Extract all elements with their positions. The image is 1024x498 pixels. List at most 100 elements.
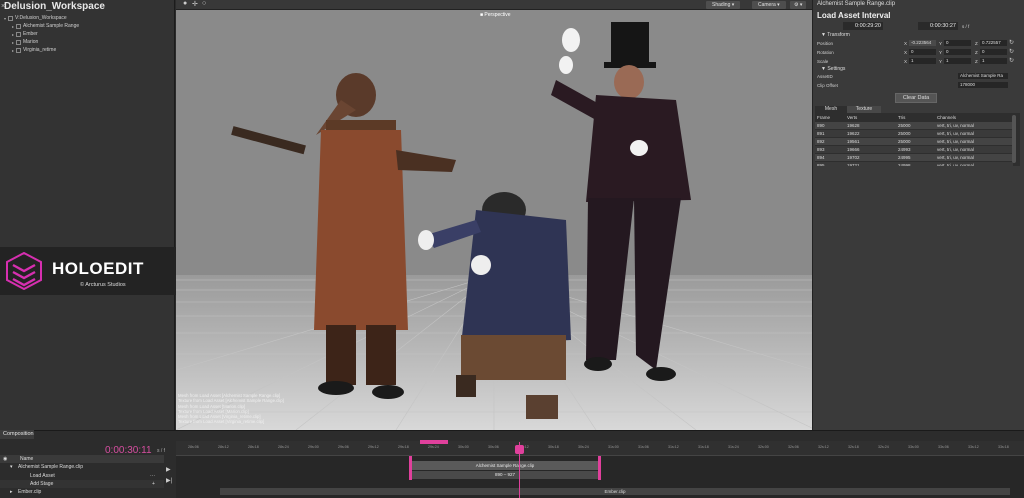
- rotation-x-field[interactable]: 0: [909, 49, 936, 55]
- table-row[interactable]: 893 19666 24993 vert, tri, uv, normal: [815, 146, 1013, 153]
- rotate-tool-icon[interactable]: ○: [202, 0, 206, 7]
- axis-x-label: X: [904, 41, 908, 46]
- scale-label: Scale: [817, 59, 829, 64]
- settings-foldout[interactable]: ▼ Settings: [821, 66, 845, 72]
- play-icon[interactable]: ▶: [166, 466, 171, 473]
- select-tool-icon[interactable]: ●: [183, 0, 187, 7]
- tree-item[interactable]: ▸ Marion: [10, 38, 38, 46]
- tick-label: 31s:06: [638, 445, 649, 449]
- timeline-row-load-asset[interactable]: Load Asset ···: [0, 472, 164, 480]
- timeline-ruler[interactable]: [176, 441, 1024, 456]
- column-header[interactable]: Tris: [898, 114, 905, 121]
- tick-label: 30s:18: [548, 445, 559, 449]
- move-tool-icon[interactable]: ✛: [192, 0, 198, 8]
- playhead-handle[interactable]: [515, 445, 524, 454]
- rotation-label: Rotation: [817, 50, 834, 55]
- 3d-viewport[interactable]: [176, 10, 812, 430]
- column-header[interactable]: Frame: [817, 114, 830, 121]
- clip-range-bar[interactable]: 890 – 927: [410, 471, 600, 479]
- logo-subtitle: © Arcturus Studios: [80, 282, 126, 288]
- rotation-z-field[interactable]: 0: [980, 49, 1007, 55]
- tick-label: 29s:12: [368, 445, 379, 449]
- tick-label: 29s:18: [398, 445, 409, 449]
- visibility-icon[interactable]: ◉: [3, 455, 7, 463]
- time-units-label: s / f: [962, 24, 970, 29]
- position-z-field[interactable]: 0.722557: [980, 40, 1007, 46]
- camera-dropdown[interactable]: Camera ▾: [752, 1, 786, 9]
- table-row[interactable]: 894 19702 24995 vert, tri, uv, normal: [815, 154, 1013, 161]
- tick-label: 29s:06: [338, 445, 349, 449]
- visibility-checkbox[interactable]: [8, 15, 13, 21]
- visibility-checkbox[interactable]: [16, 23, 21, 29]
- visibility-checkbox[interactable]: [16, 31, 21, 37]
- tree-item[interactable]: ▸ Alchemist Sample Range: [10, 22, 79, 30]
- tree-item-label: Alchemist Sample Range: [23, 23, 80, 29]
- settings-gear-icon[interactable]: ⚙ ▾: [790, 1, 807, 9]
- asset-id-field[interactable]: Alchemist Sample Ra: [958, 73, 1008, 79]
- position-y-field[interactable]: 0: [944, 40, 971, 46]
- visibility-checkbox[interactable]: [16, 39, 21, 45]
- column-header[interactable]: Channels: [937, 114, 956, 121]
- range-marker[interactable]: [420, 440, 448, 444]
- shading-dropdown[interactable]: Shading ▾: [706, 1, 741, 9]
- tab-composition[interactable]: Composition: [0, 430, 34, 439]
- expand-arrow-icon[interactable]: ▸: [10, 488, 13, 496]
- tree-item-label: Virginia_retime: [23, 47, 57, 53]
- table-row[interactable]: 895 19721 24998 vert, tri, uv, normal: [815, 162, 1013, 166]
- step-forward-icon[interactable]: ▶|: [166, 477, 172, 484]
- tick-label: 29s:00: [308, 445, 319, 449]
- tree-item[interactable]: ▸ Ember: [10, 30, 38, 38]
- expand-arrow-icon[interactable]: ▾: [10, 463, 13, 471]
- table-row[interactable]: 890 19628 25000 vert, tri, uv, normal: [815, 122, 1013, 129]
- tree-item[interactable]: ▸ Virginia_retime: [10, 46, 56, 54]
- visibility-checkbox[interactable]: [16, 47, 21, 53]
- table-scrollbar[interactable]: [1012, 115, 1016, 163]
- tick-label: 32s:12: [818, 445, 829, 449]
- end-time-field[interactable]: 0:00:30:27: [918, 22, 958, 30]
- timeline-row-label: Alchemist Sample Range.clip: [18, 464, 84, 470]
- reset-position-icon[interactable]: ↻: [1009, 39, 1014, 46]
- table-cell: 19622: [847, 131, 860, 136]
- table-row[interactable]: 892 19561 25000 vert, tri, uv, normal: [815, 138, 1013, 145]
- scale-y-field[interactable]: 1: [944, 58, 971, 64]
- rotation-y-field[interactable]: 0: [944, 49, 971, 55]
- clear-data-button[interactable]: Clear Data: [895, 93, 937, 103]
- reset-scale-icon[interactable]: ↻: [1009, 57, 1014, 64]
- transform-foldout[interactable]: ▼ Transform: [821, 32, 850, 38]
- table-cell: vert, tri, uv, normal: [937, 139, 974, 144]
- ember-clip-bar[interactable]: Ember.clip: [220, 488, 1010, 495]
- tab-mesh[interactable]: Mesh: [815, 106, 847, 113]
- range-start-handle[interactable]: [409, 456, 412, 480]
- position-x-field[interactable]: -0.223564: [909, 40, 936, 46]
- tick-label: 32s:18: [848, 445, 859, 449]
- clip-offset-field[interactable]: 178000: [958, 82, 1008, 88]
- tick-label: 30s:00: [458, 445, 469, 449]
- axis-z-label: Z: [975, 50, 978, 55]
- table-cell: 19628: [847, 123, 860, 128]
- column-header[interactable]: Verts: [847, 114, 857, 121]
- add-stage-label: Add Stage: [30, 481, 54, 487]
- table-cell: 892: [817, 139, 825, 144]
- more-options-icon[interactable]: ···: [150, 472, 155, 480]
- table-row[interactable]: 891 19622 25000 vert, tri, uv, normal: [815, 130, 1013, 137]
- reset-rotation-icon[interactable]: ↻: [1009, 48, 1014, 55]
- mesh-table: Frame Verts Tris Channels 890 19628 25000 vert,…: [815, 113, 1020, 166]
- tree-item-label: Marion: [23, 39, 39, 45]
- start-time-field[interactable]: 0:00:29:20: [843, 22, 883, 30]
- inspector-panel: [812, 0, 1024, 430]
- add-icon[interactable]: +: [152, 480, 155, 488]
- timeline-row-add-stage[interactable]: Add Stage +: [0, 480, 164, 488]
- table-cell: 890: [817, 123, 825, 128]
- table-cell: 25000: [898, 139, 911, 144]
- timecode-units: s / f: [157, 448, 166, 454]
- tab-texture[interactable]: Texture: [847, 106, 881, 113]
- axis-x-label: X: [904, 59, 908, 64]
- scale-z-field[interactable]: 1: [980, 58, 1007, 64]
- tree-item[interactable]: ▾ V:Delusion_Workspace: [2, 14, 67, 22]
- range-end-handle[interactable]: [598, 456, 601, 480]
- timeline-row-ember[interactable]: ▸ Ember.clip: [0, 488, 164, 496]
- clip-bar[interactable]: Alchemist Sample Range.clip: [410, 461, 600, 470]
- scale-x-field[interactable]: 1: [909, 58, 936, 64]
- tree-item-label: Ember: [23, 31, 38, 37]
- timeline-row-clip[interactable]: ▾ Alchemist Sample Range.clip: [0, 463, 164, 471]
